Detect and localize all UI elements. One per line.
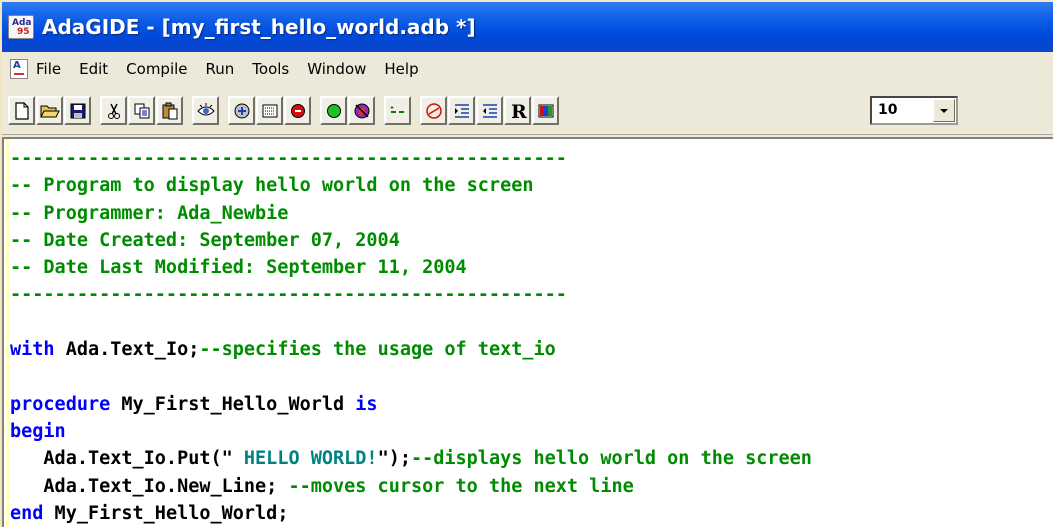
code-line[interactable]: end My_First_Hello_World; bbox=[10, 500, 812, 527]
code-comment: ----------------------------------------… bbox=[10, 148, 567, 169]
code-line[interactable]: procedure My_First_Hello_World is bbox=[10, 391, 812, 418]
build-icon[interactable] bbox=[256, 96, 283, 125]
code-line[interactable]: Ada.Text_Io.Put(" HELLO WORLD!");--displ… bbox=[10, 445, 812, 472]
outdent-icon[interactable] bbox=[476, 96, 503, 125]
uncomment-icon[interactable] bbox=[420, 96, 447, 125]
stop-icon[interactable] bbox=[284, 96, 311, 125]
app-window: Ada 95 AdaGIDE - [my_first_hello_world.a… bbox=[2, 2, 1053, 527]
code-string: HELLO WORLD! bbox=[232, 448, 378, 470]
code-line[interactable]: -- Date Created: September 07, 2004 bbox=[10, 227, 812, 254]
code-line[interactable]: ----------------------------------------… bbox=[10, 145, 812, 172]
menu-window[interactable]: Window bbox=[305, 58, 368, 80]
reformat-R-icon[interactable]: R bbox=[504, 96, 531, 125]
code-comment: --moves cursor to the next line bbox=[288, 475, 634, 497]
menu-file[interactable]: File bbox=[34, 58, 63, 80]
code-keyword: begin bbox=[10, 420, 66, 442]
code-line[interactable]: Ada.Text_Io.New_Line; --moves cursor to … bbox=[10, 473, 812, 500]
open-folder-icon[interactable] bbox=[36, 96, 63, 125]
code-token: Ada.Text_Io; bbox=[54, 339, 200, 361]
code-keyword: end bbox=[10, 502, 44, 524]
code-comment: --specifies the usage of text_io bbox=[199, 339, 556, 361]
code-token: "); bbox=[377, 448, 411, 470]
code-token: Ada.Text_Io.New_Line; bbox=[10, 475, 289, 497]
debug-icon[interactable] bbox=[348, 96, 375, 125]
app-icon-text-bottom: 95 bbox=[17, 27, 30, 37]
indent-icon[interactable] bbox=[448, 96, 475, 125]
font-size-value: 10 bbox=[878, 102, 898, 118]
code-line[interactable] bbox=[10, 363, 812, 390]
save-disk-icon[interactable] bbox=[64, 96, 91, 125]
code-comment: -- Date Last Modified: September 11, 200… bbox=[10, 257, 467, 279]
paste-icon[interactable] bbox=[156, 96, 183, 125]
ada95-app-icon[interactable]: Ada 95 bbox=[8, 15, 34, 39]
title-bar[interactable]: Ada 95 AdaGIDE - [my_first_hello_world.a… bbox=[2, 2, 1053, 52]
code-line[interactable] bbox=[10, 309, 812, 336]
preview-eye-icon[interactable] bbox=[192, 96, 219, 125]
code-token: My_First_Hello_World bbox=[110, 393, 356, 415]
menu-edit[interactable]: Edit bbox=[77, 58, 110, 80]
code-keyword: procedure bbox=[10, 393, 111, 415]
font-size-select[interactable]: 10 bbox=[870, 96, 958, 125]
code-text[interactable]: ----------------------------------------… bbox=[10, 145, 812, 527]
code-keyword: with bbox=[10, 339, 55, 361]
copy-icon[interactable] bbox=[128, 96, 155, 125]
compile-icon[interactable] bbox=[228, 96, 255, 125]
code-line[interactable]: begin bbox=[10, 418, 812, 445]
code-line[interactable]: -- Programmer: Ada_Newbie bbox=[10, 200, 812, 227]
colors-icon[interactable] bbox=[532, 96, 559, 125]
code-editor[interactable]: ----------------------------------------… bbox=[2, 137, 1053, 527]
code-comment: -- Date Created: September 07, 2004 bbox=[10, 229, 400, 251]
run-icon[interactable] bbox=[320, 96, 347, 125]
cut-scissors-icon[interactable] bbox=[100, 96, 127, 125]
code-comment: -- Programmer: Ada_Newbie bbox=[10, 202, 289, 224]
code-keyword: is bbox=[355, 393, 378, 415]
code-token: Ada.Text_Io.Put(" bbox=[10, 448, 233, 470]
menu-bar: File Edit Compile Run Tools Window Help bbox=[2, 52, 1053, 86]
code-line[interactable]: ----------------------------------------… bbox=[10, 281, 812, 308]
code-comment: ----------------------------------------… bbox=[10, 284, 567, 306]
svg-text:R: R bbox=[511, 101, 527, 121]
toolbar: R 10 bbox=[2, 86, 1053, 135]
menu-help[interactable]: Help bbox=[382, 58, 420, 80]
editor-gutter bbox=[6, 139, 9, 527]
code-line[interactable]: with Ada.Text_Io;--specifies the usage o… bbox=[10, 336, 812, 363]
menu-compile[interactable]: Compile bbox=[124, 58, 189, 80]
code-line[interactable]: -- Date Last Modified: September 11, 200… bbox=[10, 254, 812, 281]
new-file-icon[interactable] bbox=[8, 96, 35, 125]
chevron-down-icon[interactable] bbox=[933, 99, 955, 122]
comment-icon[interactable] bbox=[384, 96, 411, 125]
menu-tools[interactable]: Tools bbox=[250, 58, 291, 80]
window-title: AdaGIDE - [my_first_hello_world.adb *] bbox=[42, 15, 476, 39]
code-token: My_First_Hello_World; bbox=[43, 502, 289, 524]
code-comment: -- Program to display hello world on the… bbox=[10, 175, 534, 197]
menu-run[interactable]: Run bbox=[204, 58, 237, 80]
code-line[interactable]: -- Program to display hello world on the… bbox=[10, 172, 812, 199]
document-icon[interactable] bbox=[10, 59, 28, 79]
code-comment: --displays hello world on the screen bbox=[410, 448, 812, 470]
